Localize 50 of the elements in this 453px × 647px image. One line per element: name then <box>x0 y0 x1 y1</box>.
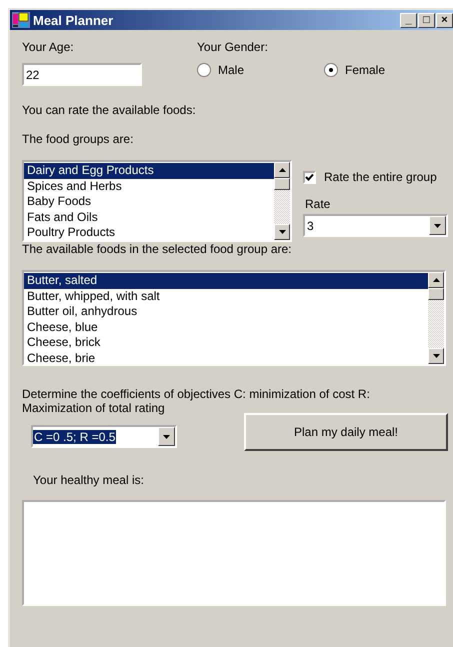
list-item[interactable]: Cheese, brick <box>24 335 428 350</box>
age-label: Your Age: <box>22 40 75 54</box>
radio-label[interactable]: Male <box>218 63 244 77</box>
radio-label[interactable]: Female <box>345 63 386 77</box>
down-arrow-icon <box>432 354 440 358</box>
scroll-thumb[interactable] <box>274 178 290 190</box>
scroll-up-button[interactable] <box>274 162 290 178</box>
scroll-down-button[interactable] <box>274 224 290 240</box>
list-item[interactable]: Cheese, blue <box>24 320 428 335</box>
down-arrow-icon <box>163 434 170 438</box>
list-item[interactable]: Poultry Products <box>24 225 274 240</box>
list-item[interactable]: Butter, salted <box>24 273 428 288</box>
list-item[interactable]: Butter, whipped, with salt <box>24 288 428 304</box>
close-button[interactable]: × <box>436 12 453 28</box>
scroll-up-button[interactable] <box>428 272 444 288</box>
scroll-down-button[interactable] <box>428 348 444 364</box>
coefficients-text: Determine the coefficients of objectives C: minimization of cost R: Maximization of total rating <box>22 387 371 415</box>
result-label: Your healthy meal is: <box>33 473 145 487</box>
window-title: Meal Planner <box>33 12 114 28</box>
gender-label: Your Gender: <box>197 40 269 54</box>
radio-button[interactable] <box>324 63 338 77</box>
scrollbar[interactable] <box>274 162 290 240</box>
app-icon <box>12 12 30 28</box>
list-item[interactable]: Butter oil, anhydrous <box>24 304 428 320</box>
dropdown[interactable]: C =0 .5; R =0.5 <box>31 425 177 448</box>
down-arrow-icon <box>434 224 441 228</box>
down-arrow-icon <box>278 230 286 234</box>
food-groups-label: The food groups are: <box>22 132 134 146</box>
list-item[interactable]: Cheese, brie <box>24 350 428 364</box>
foods-label: The available foods in the selected food group are: <box>22 242 293 256</box>
checkbox[interactable] <box>303 170 316 184</box>
up-arrow-icon <box>278 168 286 172</box>
list-item[interactable]: Fats and Oils <box>24 210 274 225</box>
age-field[interactable]: 22 <box>22 63 142 86</box>
rate-label: Rate <box>305 197 332 211</box>
list-box[interactable]: Dairy and Egg Products Spices and Herbs Baby Foods Fats and Oils Poultry Products <box>22 160 292 242</box>
list-item[interactable]: Spices and Herbs <box>24 178 274 194</box>
instruction-text: You can rate the available foods: <box>22 103 197 117</box>
scrollbar[interactable] <box>428 272 444 364</box>
checkbox-label[interactable]: Rate the entire group <box>324 170 437 184</box>
dropdown[interactable]: 3 <box>303 214 448 237</box>
scroll-thumb[interactable] <box>428 288 444 300</box>
radio-button[interactable] <box>197 63 211 77</box>
list-item[interactable]: Dairy and Egg Products <box>24 163 274 178</box>
up-arrow-icon <box>432 278 440 282</box>
list-item[interactable]: Baby Foods <box>24 194 274 210</box>
maximize-button[interactable]: □ <box>418 12 435 28</box>
plan-button[interactable]: Plan my daily meal! <box>244 413 448 451</box>
list-box[interactable]: Butter, salted Butter, whipped, with salt Butter oil, anhydrous Cheese, blue Cheese, brick Cheese, brie <box>22 270 446 366</box>
minimize-button[interactable]: _ <box>400 12 417 28</box>
